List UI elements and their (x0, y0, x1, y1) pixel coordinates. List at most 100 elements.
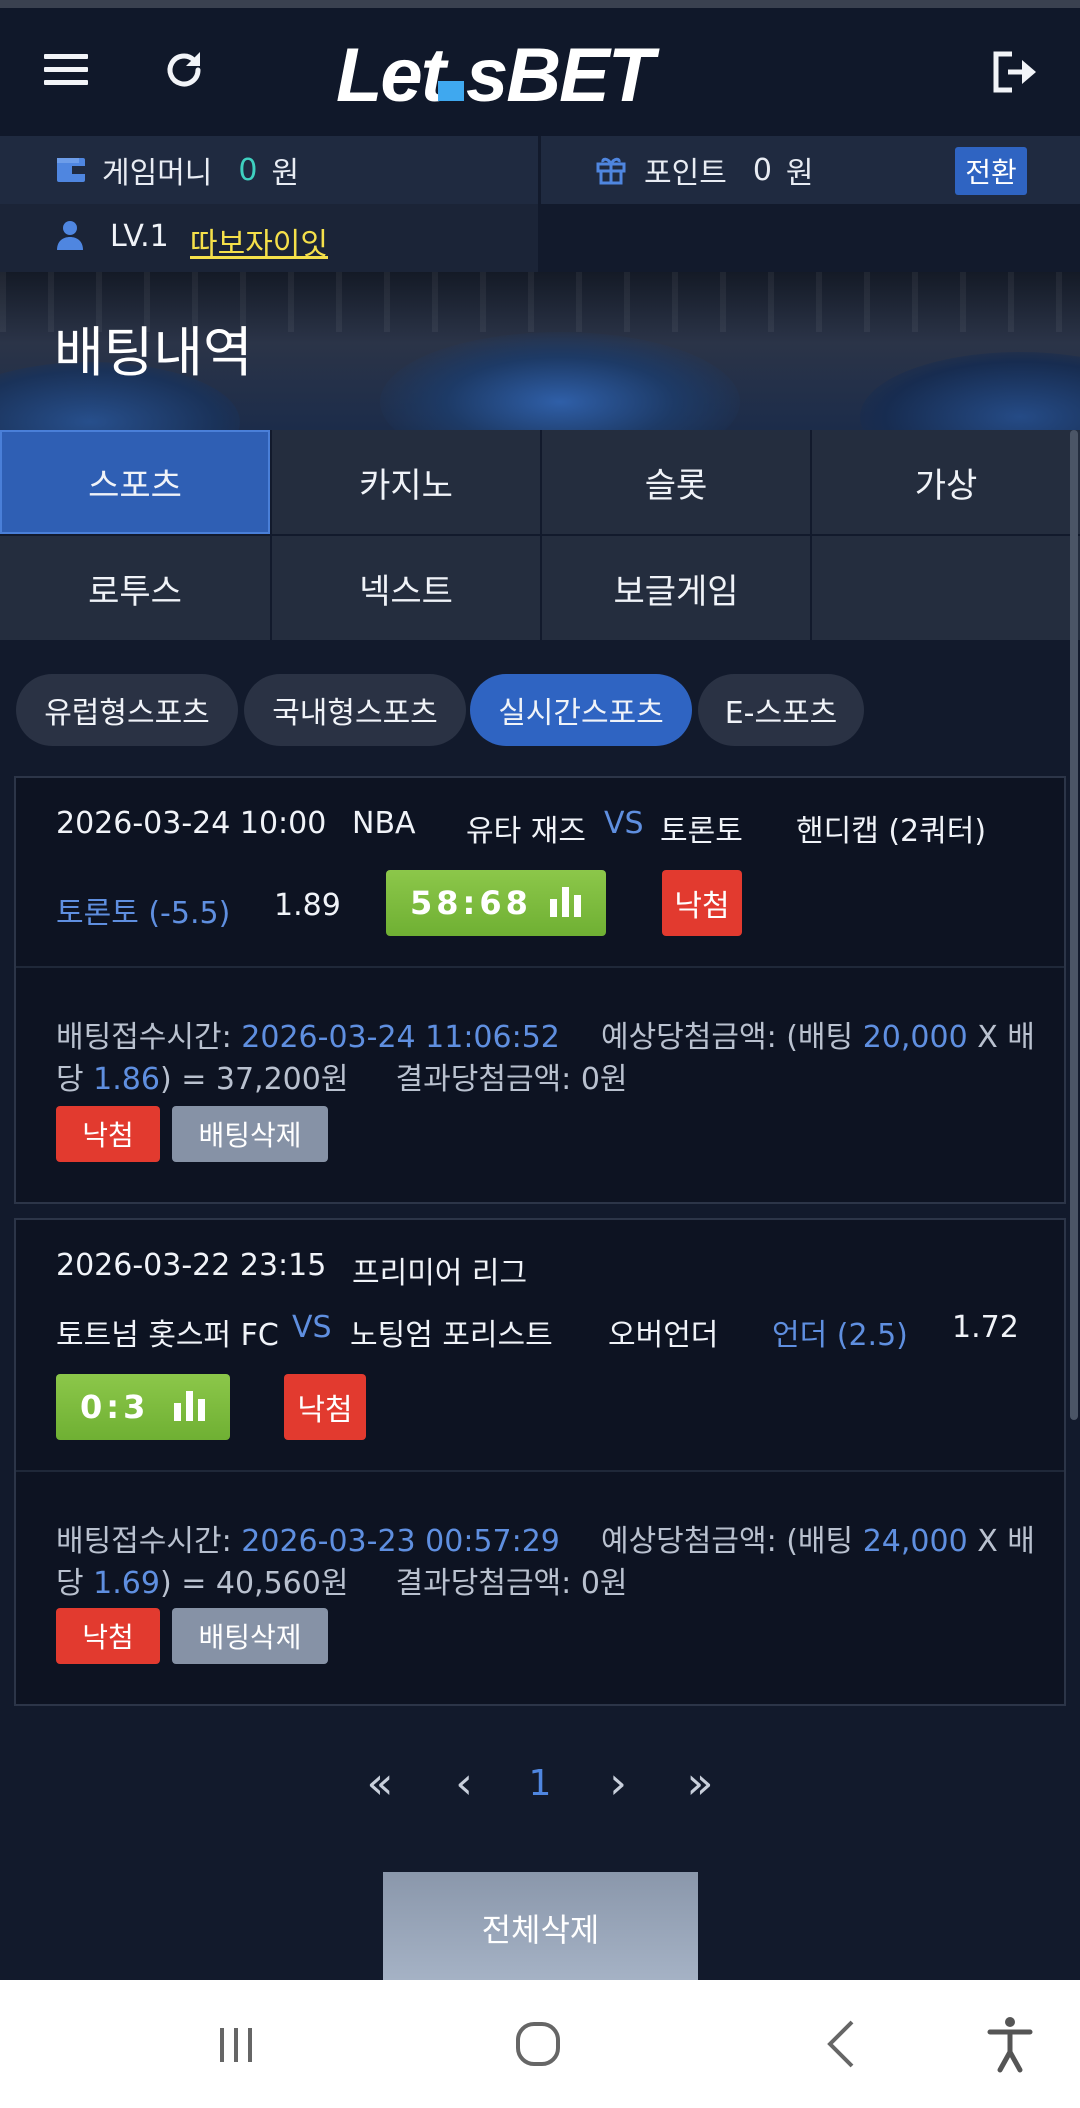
level-bar-right (541, 204, 1080, 272)
account-divider (538, 136, 541, 272)
hamburger-menu-icon[interactable] (44, 52, 88, 88)
bet-odds: 1.89 (274, 888, 341, 923)
home-circle-icon[interactable] (502, 2008, 574, 2080)
stats-bar-icon (550, 887, 582, 917)
user-icon (57, 221, 83, 250)
banner-table-center (380, 332, 740, 430)
bet-detail-line-1: 배팅접수시간: 2026-03-24 11:06:52 예상당첨금액: (배팅 … (56, 1012, 1035, 1056)
prev-page-button[interactable]: ‹ (440, 1758, 488, 1809)
tab-boggle-game[interactable]: 보글게임 (542, 536, 810, 640)
bet-market: 오버언더 (608, 1318, 719, 1353)
equals-sign: ) = (159, 1062, 216, 1097)
tab-sports[interactable]: 스포츠 (0, 430, 270, 534)
card-divider (16, 1470, 1064, 1472)
page-title: 배팅내역 (54, 321, 253, 384)
wrap-label: 당 (56, 1062, 84, 1097)
username-link[interactable]: 따보자이잇 (190, 219, 328, 263)
back-icon[interactable] (806, 2008, 878, 2080)
bet-time-value: 2026-03-24 11:06:52 (241, 1020, 560, 1055)
bet-away-team: 노팅엄 포리스트 (350, 1318, 553, 1353)
points: 포인트 0 원 (596, 136, 814, 204)
delete-bet-button[interactable]: 배팅삭제 (172, 1608, 328, 1664)
subtab-esports[interactable]: E-스포츠 (698, 674, 864, 746)
expected-value: 40,560원 (215, 1566, 349, 1601)
bet-home-team: 유타 재즈 (466, 814, 586, 849)
bet-away-team: 토론토 (660, 814, 743, 849)
card-divider (16, 966, 1064, 968)
bet-league: 프리미어 리그 (352, 1256, 528, 1291)
x-label: X 배 (977, 1020, 1035, 1055)
bet-time-label: 배팅접수시간: (56, 1020, 232, 1055)
bet-datetime: 2026-03-22 23:15 (56, 1248, 327, 1283)
bet-pick: 언더 (2.5) (772, 1318, 908, 1353)
wallet-icon (57, 158, 85, 182)
score-button[interactable]: 58:68 (386, 870, 606, 936)
bet-detail-line-1: 배팅접수시간: 2026-03-23 00:57:29 예상당첨금액: (배팅 … (56, 1516, 1035, 1560)
bet-detail-line-2: 당 1.86) = 37,200원 결과당첨금액: 0원 (56, 1054, 628, 1098)
result-badge: 낙첨 (284, 1374, 366, 1440)
page-1-button[interactable]: 1 (516, 1758, 564, 1808)
tab-lotus[interactable]: 로투스 (0, 536, 270, 640)
expected-value: 37,200원 (215, 1062, 349, 1097)
result-amount-label: 결과당첨금액: (395, 1062, 572, 1097)
bet-card: 2026-03-22 23:15 프리미어 리그 토트넘 홋스퍼 FC VS 노… (14, 1218, 1066, 1706)
odds-applied: 1.86 (93, 1062, 160, 1097)
bet-vs: VS (604, 806, 644, 841)
bet-time-value: 2026-03-23 00:57:29 (241, 1524, 560, 1559)
score-button[interactable]: 0:3 (56, 1374, 230, 1440)
bet-pick: 토론토 (-5.5) (56, 896, 231, 931)
delete-all-button[interactable]: 전체삭제 (383, 1872, 698, 1984)
points-value: 0 (752, 152, 772, 188)
score-text: 0:3 (80, 1388, 150, 1426)
loss-status-button[interactable]: 낙첨 (56, 1608, 160, 1664)
score-text: 58:68 (410, 884, 532, 922)
result-amount-value: 0원 (580, 1566, 628, 1601)
wrap-label: 당 (56, 1566, 84, 1601)
last-page-button[interactable]: » (676, 1758, 724, 1809)
next-page-button[interactable]: › (594, 1758, 642, 1809)
bet-odds: 1.72 (952, 1310, 1019, 1345)
loss-status-button[interactable]: 낙첨 (56, 1106, 160, 1162)
logo-apostrophe (438, 81, 464, 101)
tab-virtual[interactable]: 가상 (812, 430, 1080, 534)
scrollbar[interactable] (1070, 430, 1078, 1420)
app-header: Let sBET (0, 8, 1080, 136)
result-amount-label: 결과당첨금액: (395, 1566, 572, 1601)
letsbet-logo[interactable]: Let sBET (336, 38, 654, 114)
odds-applied: 1.69 (93, 1566, 160, 1601)
game-money-label: 게임머니 (102, 156, 213, 191)
expected-label: 예상당첨금액: (배팅 (600, 1524, 854, 1559)
recent-apps-icon[interactable] (200, 2008, 272, 2080)
bet-card: 2026-03-24 10:00 NBA 유타 재즈 VS 토론토 핸디캡 (2… (14, 776, 1066, 1204)
subtab-european-sports[interactable]: 유럽형스포츠 (16, 674, 238, 746)
subtab-domestic-sports[interactable]: 국내형스포츠 (244, 674, 466, 746)
result-badge: 낙첨 (662, 870, 742, 936)
banner-table-right (860, 352, 1080, 430)
bet-vs: VS (292, 1310, 332, 1345)
convert-button[interactable]: 전환 (955, 147, 1027, 195)
points-label: 포인트 (644, 156, 727, 191)
tab-casino[interactable]: 카지노 (272, 430, 540, 534)
game-money: 게임머니 0 원 (56, 136, 299, 204)
game-money-unit: 원 (271, 156, 300, 191)
system-nav-bar (0, 1980, 1080, 2108)
tab-slot[interactable]: 슬롯 (542, 430, 810, 534)
game-money-value: 0 (238, 152, 258, 188)
accessibility-icon[interactable] (974, 2008, 1046, 2080)
bet-market: 핸디캡 (2쿼터) (796, 814, 987, 849)
bet-time-label: 배팅접수시간: (56, 1524, 232, 1559)
logout-icon[interactable] (990, 48, 1038, 96)
points-unit: 원 (785, 156, 814, 191)
tab-empty (812, 536, 1080, 640)
delete-bet-button[interactable]: 배팅삭제 (172, 1106, 328, 1162)
bet-detail-line-2: 당 1.69) = 40,560원 결과당첨금액: 0원 (56, 1558, 628, 1602)
subtab-live-sports[interactable]: 실시간스포츠 (470, 674, 692, 746)
result-amount-value: 0원 (580, 1062, 628, 1097)
logo-text-right: sBET (466, 33, 654, 118)
refresh-icon[interactable] (160, 46, 208, 94)
stats-bar-icon (174, 1391, 206, 1421)
expected-label: 예상당첨금액: (배팅 (600, 1020, 854, 1055)
first-page-button[interactable]: « (356, 1758, 404, 1809)
gift-icon (596, 157, 626, 185)
tab-next[interactable]: 넥스트 (272, 536, 540, 640)
